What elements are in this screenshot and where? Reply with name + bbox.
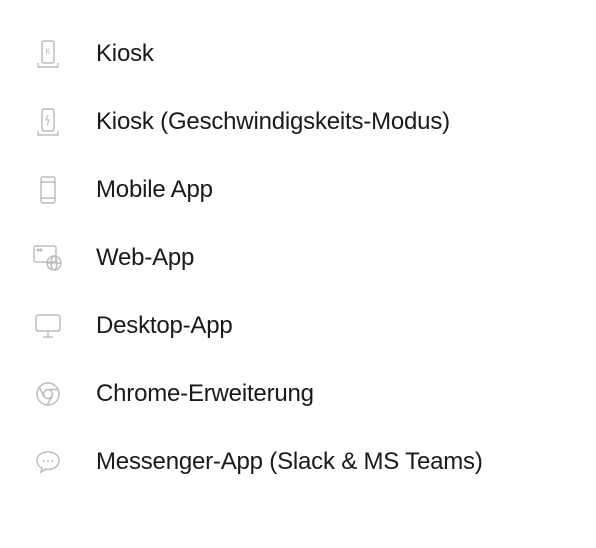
menu-item-messenger[interactable]: Messenger-App (Slack & MS Teams): [0, 428, 596, 496]
menu-item-label: Web-App: [96, 244, 194, 272]
messenger-icon: [32, 446, 64, 478]
desktop-icon: [32, 310, 64, 342]
mobile-icon: [32, 174, 64, 206]
menu-item-kiosk-speed[interactable]: Kiosk (Geschwindigskeits-Modus): [0, 88, 596, 156]
menu-item-web-app[interactable]: Web-App: [0, 224, 596, 292]
menu-item-mobile[interactable]: Mobile App: [0, 156, 596, 224]
menu-item-label: Chrome-Erweiterung: [96, 380, 314, 408]
chrome-icon: [32, 378, 64, 410]
menu-item-label: Kiosk (Geschwindigskeits-Modus): [96, 108, 450, 136]
menu-item-label: Messenger-App (Slack & MS Teams): [96, 448, 483, 476]
kiosk-icon: K: [32, 38, 64, 70]
menu-item-label: Mobile App: [96, 176, 213, 204]
menu-item-kiosk[interactable]: K Kiosk: [0, 20, 596, 88]
menu-item-desktop[interactable]: Desktop-App: [0, 292, 596, 360]
menu-list: K Kiosk Kiosk (Geschwindigskeits-Modus) …: [0, 20, 596, 496]
menu-item-chrome[interactable]: Chrome-Erweiterung: [0, 360, 596, 428]
menu-item-label: Kiosk: [96, 40, 154, 68]
svg-text:K: K: [45, 47, 51, 56]
kiosk-speed-icon: [32, 106, 64, 138]
menu-item-label: Desktop-App: [96, 312, 233, 340]
web-app-icon: [32, 242, 64, 274]
